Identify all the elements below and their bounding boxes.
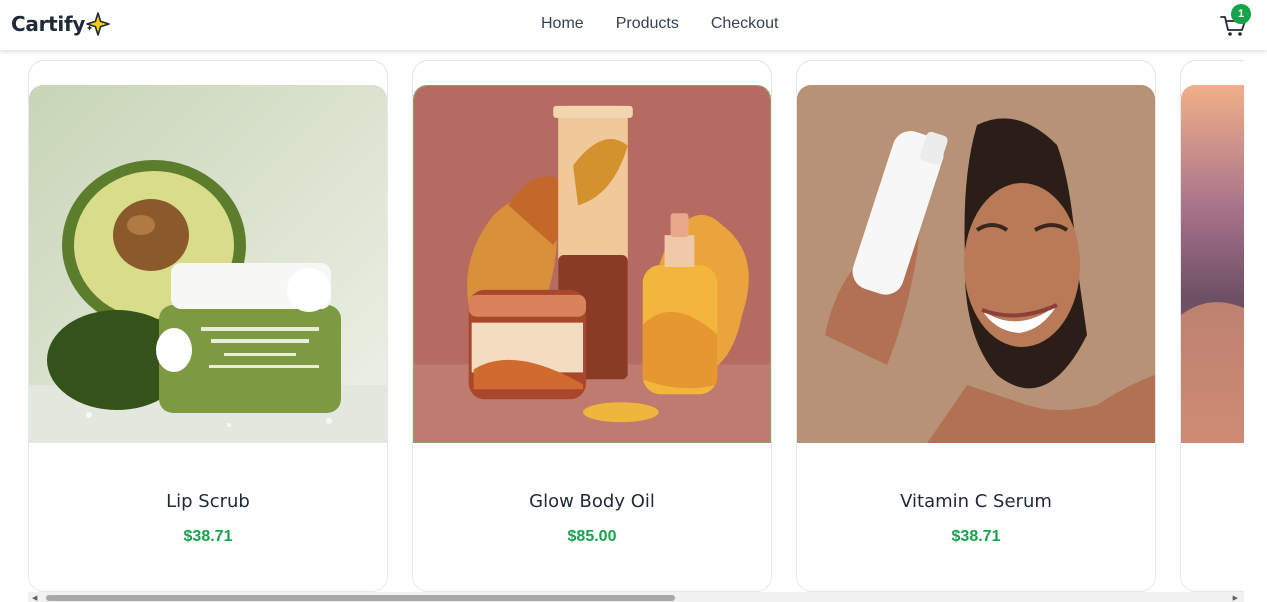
nav-link-home[interactable]: Home <box>541 15 584 33</box>
product-card[interactable]: Vitamin C Serum $38.71 <box>796 60 1156 592</box>
product-price: $85.00 <box>567 528 617 545</box>
product-image[interactable] <box>1181 85 1244 443</box>
brand-name: Cartify <box>11 12 86 36</box>
product-name[interactable]: Glow Body Oil <box>413 491 771 512</box>
product-name[interactable]: Lip Scrub <box>29 491 387 512</box>
horizontal-scrollbar[interactable]: ◀ ▶ <box>28 592 1244 602</box>
product-card[interactable]: Lip Scrub $38.71 <box>28 60 388 592</box>
scroll-left-arrow[interactable]: ◀ <box>32 594 37 602</box>
product-price: $38.71 <box>951 528 1001 545</box>
product-price: $38.71 <box>183 528 233 545</box>
product-card[interactable] <box>1180 60 1244 592</box>
product-image[interactable] <box>29 85 387 443</box>
brand-logo[interactable]: Cartify <box>11 12 110 36</box>
scrollbar-thumb[interactable] <box>46 595 675 601</box>
product-image[interactable] <box>797 85 1155 443</box>
product-carousel[interactable]: Lip Scrub $38.71 Glow Body Oil $85.00 Vi… <box>0 50 1244 592</box>
top-navbar: Cartify Home Products Checkout 1 <box>0 0 1267 50</box>
nav-link-products[interactable]: Products <box>616 15 679 33</box>
cart-count-badge: 1 <box>1231 4 1251 24</box>
product-card[interactable]: Glow Body Oil $85.00 <box>412 60 772 592</box>
product-image[interactable] <box>413 85 771 443</box>
scroll-right-arrow[interactable]: ▶ <box>1233 594 1238 602</box>
nav-link-checkout[interactable]: Checkout <box>711 15 779 33</box>
main-nav: Home Products Checkout <box>541 15 810 33</box>
product-name[interactable]: Vitamin C Serum <box>797 491 1155 512</box>
sparkle-icon <box>86 12 110 36</box>
